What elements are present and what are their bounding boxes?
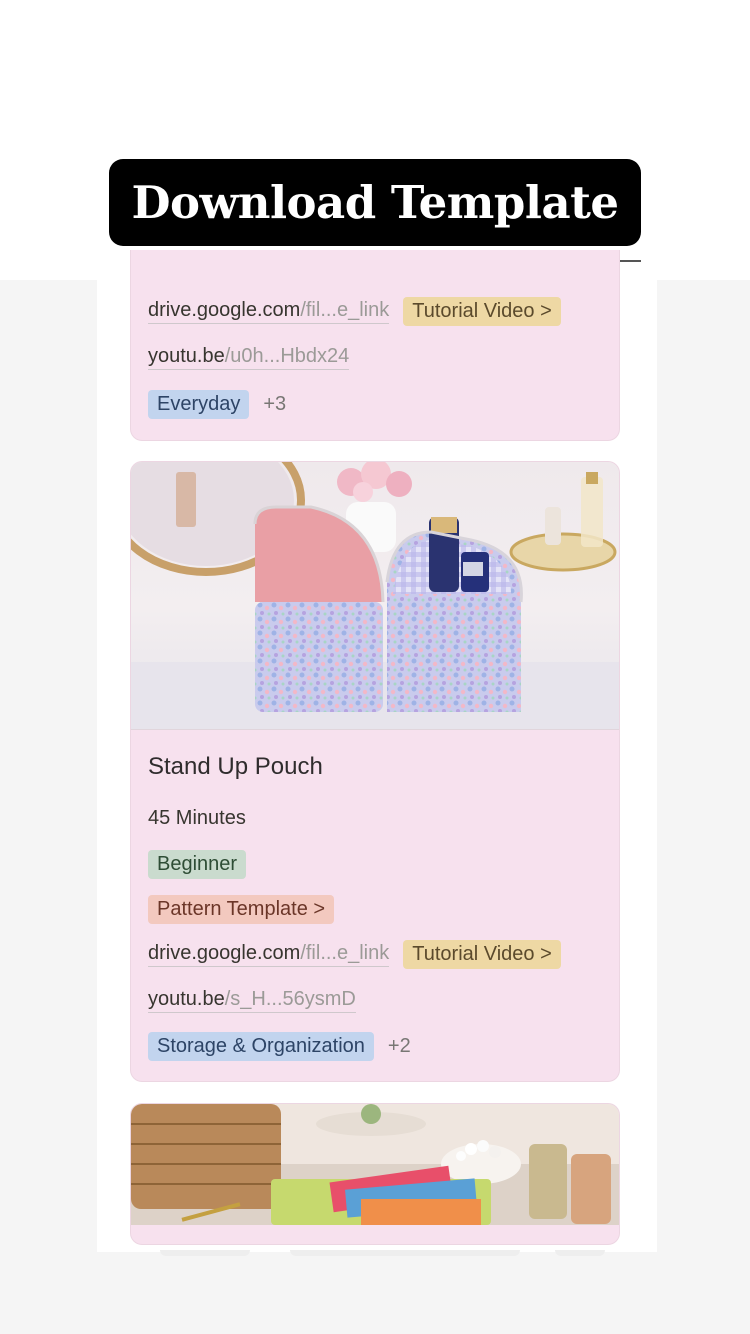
download-template-banner[interactable]: Download Template	[109, 159, 641, 246]
drive-row: drive.google.com/fil...e_link Tutorial V…	[148, 297, 561, 326]
pattern-row: Pattern Template >	[148, 895, 335, 924]
card-cover-image	[131, 462, 619, 730]
drive-link[interactable]: drive.google.com/fil...e_link	[148, 942, 390, 967]
gallery-card[interactable]: Stand Up Pouch 45 Minutes Beginner Patte…	[130, 461, 620, 1082]
stand-up-pouch-photo	[131, 462, 619, 729]
drive-row: drive.google.com/fil...e_link Tutorial V…	[148, 940, 561, 969]
level-row: Beginner	[148, 850, 247, 879]
duration-value: 45 Minutes	[148, 807, 246, 829]
level-tag: Beginner	[148, 850, 247, 879]
gallery-card[interactable]	[130, 1103, 620, 1245]
category-row: Everyday +3	[148, 390, 286, 419]
category-tag: Storage & Organization	[148, 1032, 374, 1061]
app-viewport: drive.google.com/fil...e_link Tutorial V…	[97, 250, 657, 1252]
tutorial-video-tag[interactable]: Tutorial Video >	[403, 297, 561, 326]
category-tag: Everyday	[148, 390, 250, 419]
more-tags-count[interactable]: +3	[263, 393, 286, 416]
wallet-craft-photo	[131, 1104, 619, 1225]
youtube-link[interactable]: youtu.be/u0h...Hbdx24	[148, 345, 350, 370]
card-title[interactable]: Stand Up Pouch	[148, 753, 323, 781]
youtube-row: youtu.be/u0h...Hbdx24	[148, 345, 350, 370]
gallery-card[interactable]: drive.google.com/fil...e_link Tutorial V…	[130, 250, 620, 441]
youtube-link[interactable]: youtu.be/s_H...56ysmD	[148, 988, 356, 1013]
youtube-row: youtu.be/s_H...56ysmD	[148, 988, 356, 1013]
category-row: Storage & Organization +2	[148, 1032, 411, 1061]
card-cover-image	[131, 1104, 619, 1225]
drive-link[interactable]: drive.google.com/fil...e_link	[148, 299, 390, 324]
tutorial-video-tag[interactable]: Tutorial Video >	[403, 940, 561, 969]
pattern-template-tag[interactable]: Pattern Template >	[148, 895, 335, 924]
more-tags-count[interactable]: +2	[388, 1035, 411, 1058]
